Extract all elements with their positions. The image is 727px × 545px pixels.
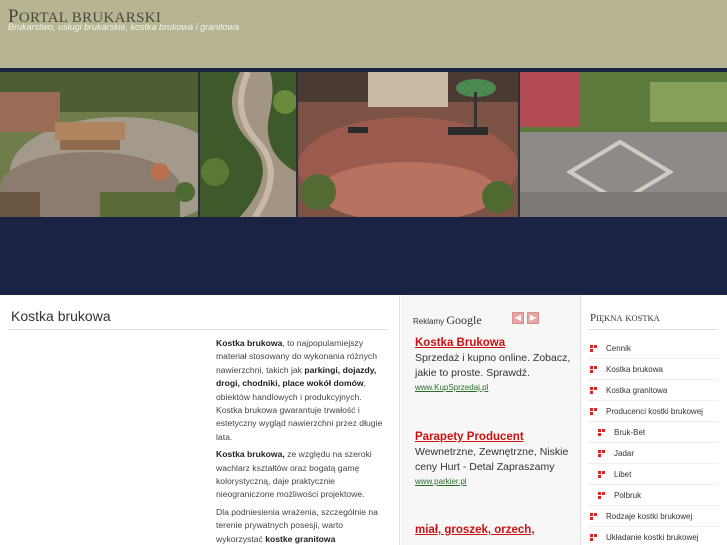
sidebar-item-ukladanie[interactable]: Układanie kostki brukowej (590, 533, 699, 542)
ad-item: Kostka Brukowa Sprzedaż i kupno online. … (415, 337, 575, 392)
article-body: Kostka brukowa, to najpopularniejszy mat… (216, 337, 386, 545)
bullet-icon (590, 513, 597, 520)
paving-photo-path (200, 72, 296, 217)
bullet-icon (598, 429, 605, 436)
title-divider (8, 329, 388, 330)
header-band (0, 217, 727, 295)
ad-item: Parapety Producent Wewnetrzne, Zewnętrzn… (415, 431, 575, 486)
ads-label[interactable]: Reklamy Google (413, 313, 482, 328)
ad-item: miał, groszek, orzech, (415, 524, 575, 536)
paving-photo-driveway (520, 72, 727, 217)
sidebar: PIĘKNA KOSTKA Cennik Kostka brukowa Kost… (582, 295, 727, 545)
sidebar-item-cennik[interactable]: Cennik (590, 344, 631, 353)
ad-text: Sprzedaż i kupno online. Zobacz, jakie t… (415, 352, 571, 379)
paving-photo-patio (298, 72, 518, 217)
paving-photo-terrace (0, 72, 198, 217)
page-title: Kostka brukowa (11, 308, 111, 324)
sidebar-item-bruk-bet[interactable]: Bruk-Bet (598, 428, 645, 437)
google-logo: Google (446, 313, 482, 327)
site-header: PORTAL BRUKARSKI Brukarstwo, usługi bruk… (0, 0, 727, 68)
bullet-icon (590, 366, 597, 373)
sidebar-item-producenci[interactable]: Producenci kostki brukowej (590, 407, 703, 416)
bullet-icon (598, 471, 605, 478)
sidebar-item-kostka-granitowa[interactable]: Kostka granitowa (590, 386, 667, 395)
ad-url-link[interactable]: www.parkier.pl (415, 477, 575, 486)
sidebar-item-jadar[interactable]: Jadar (598, 449, 634, 458)
bullet-icon (590, 534, 597, 541)
sidebar-item-polbruk[interactable]: Polbruk (598, 491, 641, 500)
article-paragraph: Kostka brukowa, ze względu na szeroki wa… (216, 449, 372, 500)
content-area: Kostka brukowa Kostka brukowa, to najpop… (0, 295, 727, 545)
ad-title-link[interactable]: miał, groszek, orzech, (415, 524, 575, 536)
ad-text: Wewnetrzne, Zewnętrzne, Niskie ceny Hurt… (415, 446, 569, 473)
article-paragraph: Dla podniesienia wrażenia, szczególnie n… (216, 506, 378, 544)
bullet-icon (590, 408, 597, 415)
header-photo-strip (0, 72, 727, 217)
ad-title-link[interactable]: Parapety Producent (415, 431, 575, 443)
ad-url-link[interactable]: www.KupSprzedaj.pl (415, 383, 575, 392)
sidebar-item-rodzaje[interactable]: Rodzaje kostki brukowej (590, 512, 692, 521)
ads-next-button[interactable]: ▶ (527, 312, 539, 324)
sidebar-item-kostka-brukowa[interactable]: Kostka brukowa (590, 365, 663, 374)
main-column: Kostka brukowa Kostka brukowa, to najpop… (0, 295, 400, 545)
bullet-icon (590, 387, 597, 394)
bullet-icon (590, 345, 597, 352)
bullet-icon (598, 450, 605, 457)
article-paragraph: Kostka brukowa, to najpopularniejszy mat… (216, 338, 383, 442)
ads-prev-button[interactable]: ◀ (512, 312, 524, 324)
sidebar-divider (588, 329, 718, 330)
sidebar-item-libet[interactable]: Libet (598, 470, 631, 479)
sidebar-title: PIĘKNA KOSTKA (590, 312, 660, 324)
bullet-icon (598, 492, 605, 499)
site-subtitle: Brukarstwo, usługi brukarskie, kostka br… (8, 22, 240, 32)
ad-title-link[interactable]: Kostka Brukowa (415, 337, 575, 349)
ads-column: Reklamy Google ◀ ▶ Kostka Brukowa Sprzed… (401, 295, 581, 545)
